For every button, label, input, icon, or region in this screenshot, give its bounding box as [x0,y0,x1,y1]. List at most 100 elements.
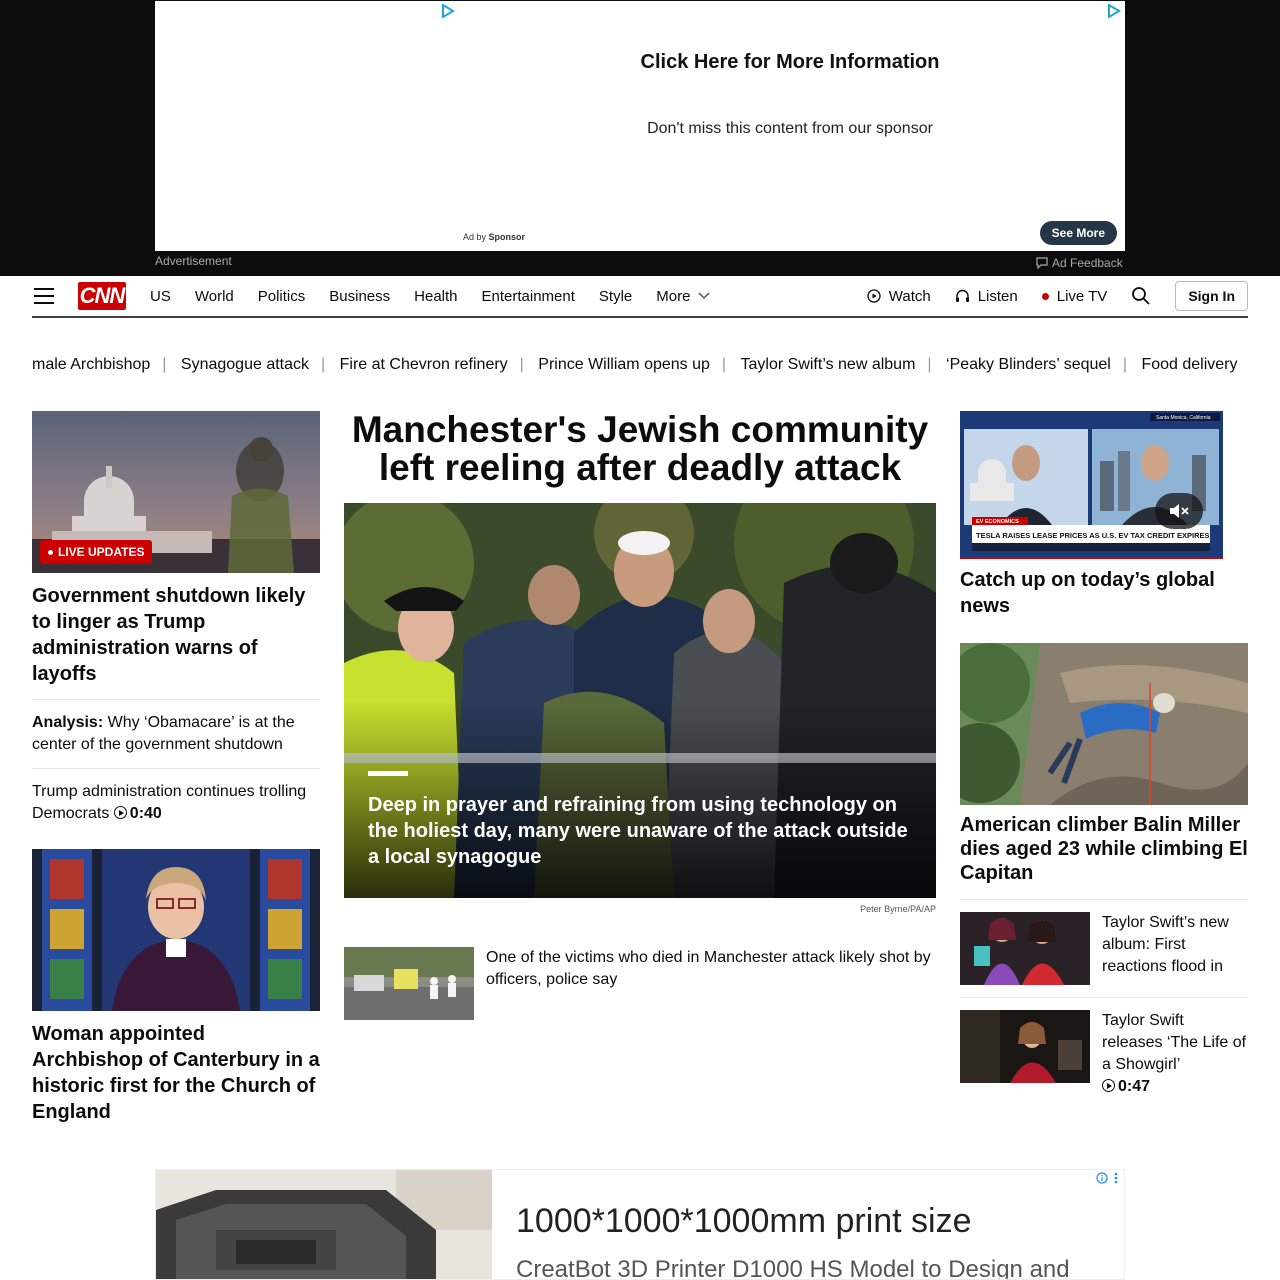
main-headline[interactable]: Manchester's Jewish community left reeli… [344,411,936,487]
menu-icon[interactable] [34,288,54,304]
fans-photo [960,912,1090,985]
nav-world[interactable]: World [195,288,234,305]
ad-subtitle: Don't miss this content from our sponsor [647,120,933,137]
live-updates-badge: LIVE UPDATES [40,540,153,564]
trending-item[interactable]: Prince William opens up [538,356,710,374]
info-icon[interactable] [1096,1172,1108,1184]
video-location: Santa Monica, California [1156,415,1211,421]
live-dot-icon [1041,292,1049,300]
swift-video-duration: 0:47 [1118,1078,1151,1095]
swift-thumbnail-2 [960,1010,1090,1083]
top-ad-region: Click Here for More Information Don't mi… [0,0,1280,276]
photo-credit: Peter Byrne/PA/AP [860,904,936,914]
news-video-frame: Santa Monica, California EV ECONOMICS TE… [960,411,1223,559]
printer-photo [156,1170,492,1279]
swift-story-2[interactable]: Taylor Swift releases ‘The Life of a Sho… [960,1010,1248,1098]
center-column: Manchester's Jewish community left reeli… [344,411,936,1020]
analysis-label: Analysis: [32,714,104,731]
trending-item[interactable]: Fire at Chevron refinery [340,356,508,374]
play-icon [1102,1079,1115,1092]
video-ticker: TESLA RAISES LEASE PRICES AS U.S. EV TAX… [976,531,1210,540]
ad-info-controls[interactable] [1096,1172,1118,1184]
hero-image[interactable]: Deep in prayer and refraining from using… [344,503,936,898]
swift-thumbnail-1 [960,912,1090,985]
archbishop-headline[interactable]: Woman appointed Archbishop of Canterbury… [32,1021,320,1125]
swift-story-2-title: Taylor Swift releases ‘The Life of a Sho… [1102,1012,1247,1073]
archbishop-image[interactable] [32,849,320,1011]
trending-item[interactable]: Synagogue attack [181,356,309,374]
ad-feedback-link[interactable]: Ad Feedback [1036,256,1123,270]
ad-title[interactable]: Click Here for More Information [155,51,1125,74]
see-more-button[interactable]: See More [1039,221,1117,245]
ad-subline[interactable]: CreatBot 3D Printer D1000 HS Model to De… [516,1256,1070,1279]
trending-item[interactable]: Taylor Swift’s new album [741,356,916,374]
headphones-icon [955,289,969,302]
advertisement-label: Advertisement [155,254,232,268]
nav-more[interactable]: More [656,288,710,305]
video-link[interactable]: Trump administration continues trolling … [32,781,320,825]
sign-in-button[interactable]: Sign In [1175,281,1248,311]
listen-link[interactable]: Listen [955,288,1018,305]
swift-story-1[interactable]: Taylor Swift’s new album: First reaction… [960,912,1248,985]
live-tv-link[interactable]: Live TV [1041,287,1108,305]
bottom-ad-banner[interactable]: 1000*1000*1000mm print size CreatBot 3D … [155,1169,1125,1280]
capitol-image[interactable]: LIVE UPDATES [32,411,320,573]
climber-image[interactable] [960,643,1248,805]
ad-choices-icon[interactable] [1107,4,1121,18]
play-circle-icon [867,289,881,303]
listen-label: Listen [977,287,1018,305]
ad-choices-icon[interactable] [441,4,455,18]
nav-us[interactable]: US [150,288,171,305]
live-tv-label: Live TV [1056,287,1108,305]
video-text: Trump administration continues trolling … [32,783,307,822]
climber-headline[interactable]: American climber Balin Miller dies aged … [960,813,1248,885]
ad-sponsor-name: Sponsor [488,232,526,242]
climber-photo [960,643,1248,805]
search-icon [1132,287,1150,305]
feedback-icon [1036,257,1048,269]
related-story-text: One of the victims who died in Mancheste… [486,949,931,988]
play-icon [113,806,127,819]
nav-entertainment[interactable]: Entertainment [482,288,575,305]
top-ad-banner[interactable]: Click Here for More Information Don't mi… [155,1,1125,251]
left-column: LIVE UPDATES Government shutdown likely … [32,411,320,1125]
trending-item[interactable]: Food delivery [1141,356,1237,374]
hero-caption[interactable]: Deep in prayer and refraining from using… [368,792,908,870]
trending-item[interactable]: ‘Peaky Blinders’ sequel [946,356,1111,374]
header-actions: Watch Listen Live TV Sign In [867,276,1248,316]
related-thumbnail [344,947,474,1020]
nav-style[interactable]: Style [599,288,632,305]
printer-ad-image [156,1170,492,1279]
watch-label: Watch [888,287,931,305]
lead-headline[interactable]: Government shutdown likely to linger as … [32,583,320,687]
related-story[interactable]: One of the victims who died in Mancheste… [344,947,936,1020]
nav-health[interactable]: Health [414,288,457,305]
archbishop-photo [32,849,320,1011]
ad-by-label: Ad by Sponsor [463,232,525,242]
right-column: Santa Monica, California EV ECONOMICS TE… [960,411,1248,1098]
cnn-logo[interactable]: CNN [78,282,126,310]
live-updates-label: LIVE UPDATES [58,545,145,559]
main-nav: US World Politics Business Health Entert… [150,276,734,316]
ad-headline[interactable]: 1000*1000*1000mm print size [516,1202,972,1241]
chevron-down-icon [698,292,710,300]
more-options-icon[interactable] [1114,1172,1118,1184]
crime-scene-photo [344,947,474,1020]
video-duration: 0:40 [129,805,162,822]
video-headline[interactable]: Catch up on today’s global news [960,567,1248,619]
site-header: CNN US World Politics Business Health En… [32,276,1248,318]
nav-politics[interactable]: Politics [258,288,306,305]
nav-more-label: More [656,287,691,305]
ad-by-prefix: Ad by [463,232,487,242]
analysis-link[interactable]: Analysis: Why ‘Obamacare’ is at the cent… [32,712,320,756]
mute-toggle[interactable] [1155,493,1203,529]
muted-speaker-icon [1170,504,1189,518]
swift-story-1-text: Taylor Swift’s new album: First reaction… [1102,914,1229,975]
video-tag: EV ECONOMICS [976,519,1019,525]
watch-link[interactable]: Watch [867,288,931,305]
ad-feedback-label: Ad Feedback [1052,256,1123,270]
trending-item[interactable]: male Archbishop [32,356,150,374]
video-player[interactable]: Santa Monica, California EV ECONOMICS TE… [960,411,1223,559]
nav-business[interactable]: Business [329,288,390,305]
search-button[interactable] [1131,286,1151,306]
